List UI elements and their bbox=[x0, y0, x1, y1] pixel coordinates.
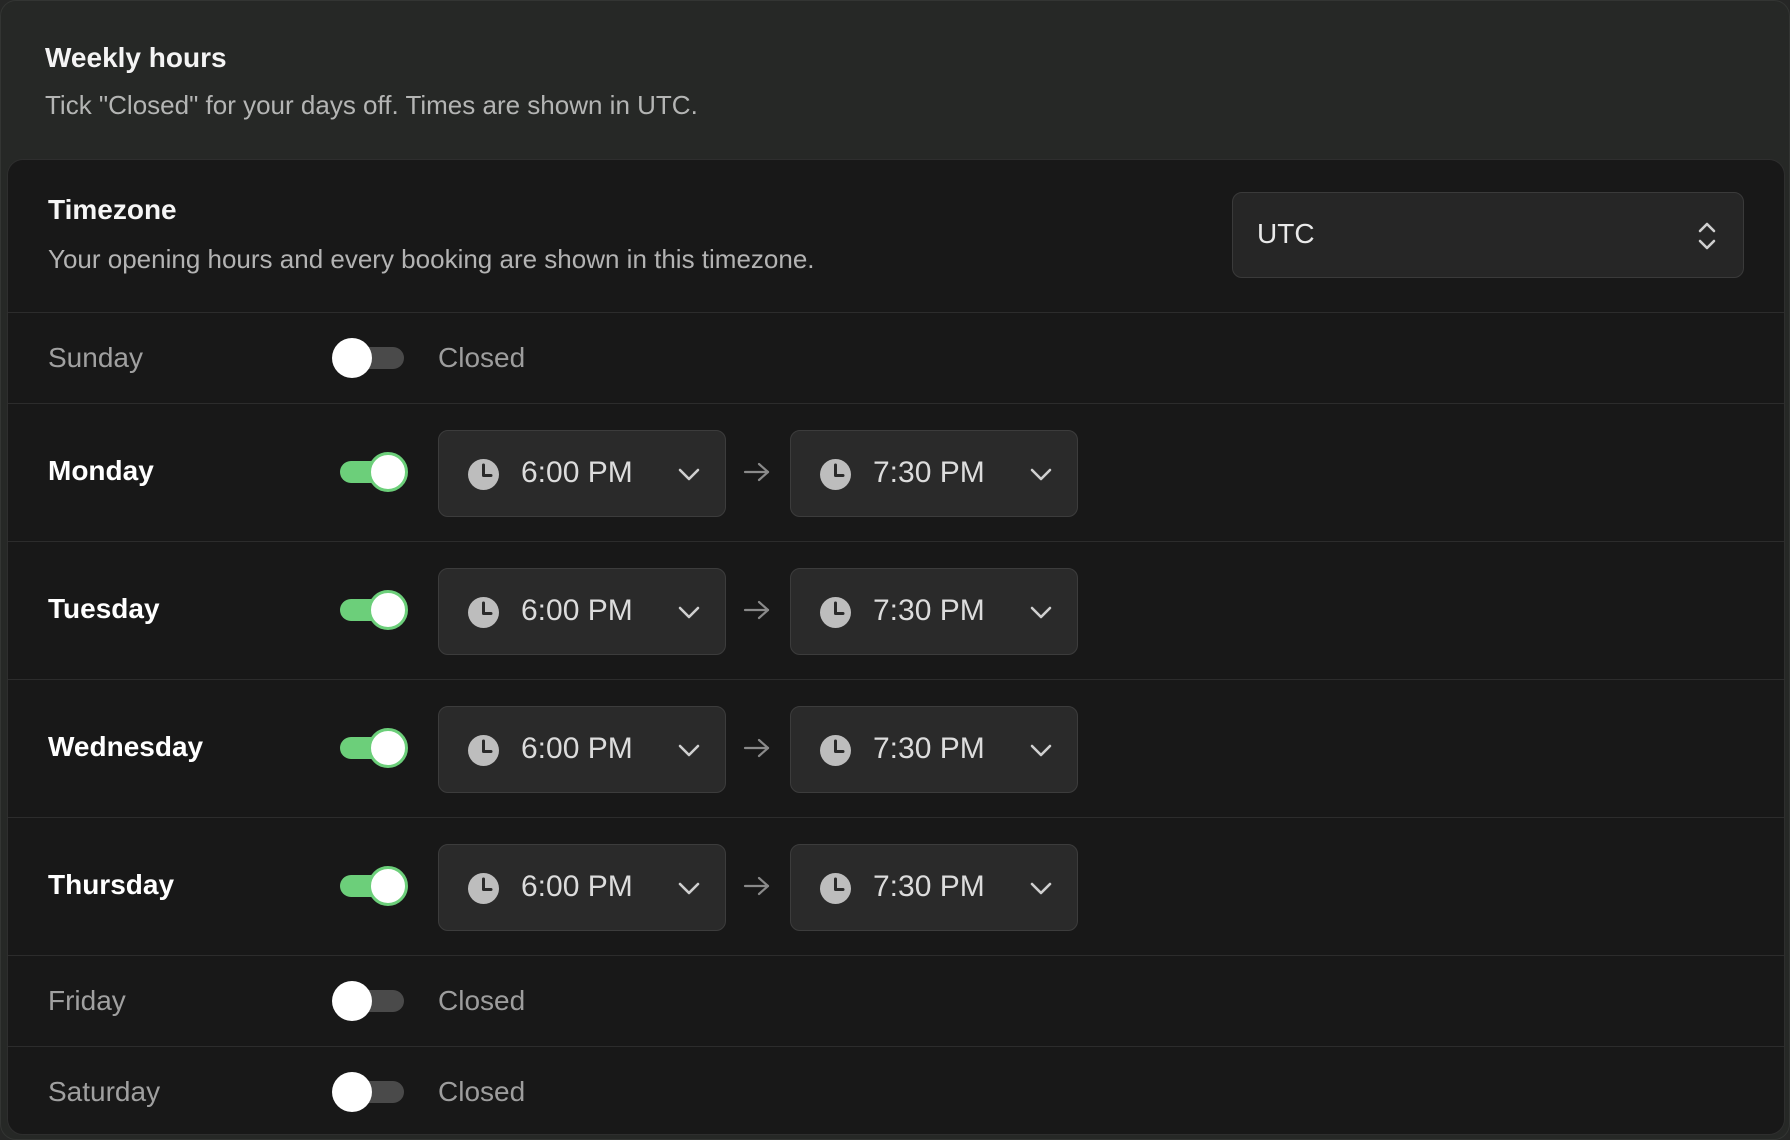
start-time-select[interactable]: 6:00 PM bbox=[438, 568, 726, 655]
end-time-select[interactable]: 7:30 PM bbox=[790, 568, 1078, 655]
clock-icon bbox=[820, 597, 851, 628]
start-time-select[interactable]: 6:00 PM bbox=[438, 844, 726, 931]
arrow-right-icon bbox=[743, 462, 770, 482]
day-name: Sunday bbox=[48, 342, 143, 373]
timezone-description: Your opening hours and every booking are… bbox=[48, 244, 815, 274]
end-time-value: 7:30 PM bbox=[873, 870, 985, 903]
sunday-open-toggle[interactable] bbox=[332, 338, 408, 378]
toggle-knob bbox=[332, 338, 372, 378]
chevron-down-icon bbox=[1030, 882, 1052, 895]
friday-open-toggle[interactable] bbox=[332, 981, 408, 1021]
start-time-value: 6:00 PM bbox=[521, 732, 633, 765]
wednesday-open-toggle[interactable] bbox=[332, 728, 408, 768]
hours-card: Timezone Your opening hours and every bo… bbox=[7, 159, 1785, 1135]
chevron-down-icon bbox=[678, 744, 700, 757]
tuesday-open-toggle[interactable] bbox=[332, 590, 408, 630]
chevron-down-icon bbox=[1030, 744, 1052, 757]
day-row-wednesday: Wednesday 6:00 PM 7:30 PM bbox=[8, 680, 1784, 818]
toggle-knob bbox=[332, 981, 372, 1021]
chevron-down-icon bbox=[678, 882, 700, 895]
day-row-friday: Friday Closed bbox=[8, 956, 1784, 1047]
clock-icon bbox=[820, 459, 851, 490]
panel-title: Weekly hours bbox=[45, 42, 227, 73]
panel-subtitle: Tick "Closed" for your days off. Times a… bbox=[45, 90, 698, 120]
day-name: Friday bbox=[48, 985, 126, 1016]
closed-label: Closed bbox=[438, 985, 526, 1016]
toggle-knob bbox=[332, 1072, 372, 1112]
end-time-value: 7:30 PM bbox=[873, 732, 985, 765]
start-time-select[interactable]: 6:00 PM bbox=[438, 706, 726, 793]
day-name: Monday bbox=[48, 455, 154, 486]
arrow-right-icon bbox=[743, 738, 770, 758]
end-time-select[interactable]: 7:30 PM bbox=[790, 844, 1078, 931]
arrow-right-icon bbox=[743, 600, 770, 620]
clock-icon bbox=[820, 873, 851, 904]
start-time-value: 6:00 PM bbox=[521, 870, 633, 903]
timezone-title: Timezone bbox=[48, 194, 177, 225]
day-name: Tuesday bbox=[48, 593, 160, 624]
weekly-hours-panel: Weekly hours Tick "Closed" for your days… bbox=[0, 0, 1790, 1140]
timezone-select-value: UTC bbox=[1257, 218, 1315, 249]
monday-open-toggle[interactable] bbox=[332, 452, 408, 492]
timezone-row: Timezone Your opening hours and every bo… bbox=[8, 160, 1784, 313]
toggle-knob bbox=[368, 590, 408, 630]
chevron-down-icon bbox=[1030, 468, 1052, 481]
day-name: Wednesday bbox=[48, 731, 204, 762]
start-time-value: 6:00 PM bbox=[521, 594, 633, 627]
clock-icon bbox=[820, 735, 851, 766]
chevron-up-down-icon bbox=[1698, 222, 1716, 250]
closed-label: Closed bbox=[438, 342, 526, 373]
day-row-tuesday: Tuesday 6:00 PM 7:30 PM bbox=[8, 542, 1784, 680]
chevron-down-icon bbox=[678, 468, 700, 481]
chevron-down-icon bbox=[1030, 606, 1052, 619]
clock-icon bbox=[468, 597, 499, 628]
toggle-knob bbox=[368, 866, 408, 906]
day-name: Saturday bbox=[48, 1076, 161, 1107]
saturday-open-toggle[interactable] bbox=[332, 1072, 408, 1112]
end-time-select[interactable]: 7:30 PM bbox=[790, 430, 1078, 517]
chevron-down-icon bbox=[678, 606, 700, 619]
start-time-value: 6:00 PM bbox=[521, 456, 633, 489]
clock-icon bbox=[468, 873, 499, 904]
end-time-value: 7:30 PM bbox=[873, 594, 985, 627]
panel-header: Weekly hours Tick "Closed" for your days… bbox=[45, 41, 698, 121]
closed-label: Closed bbox=[438, 1076, 526, 1107]
clock-icon bbox=[468, 459, 499, 490]
timezone-select[interactable]: UTC bbox=[1232, 192, 1744, 278]
toggle-knob bbox=[368, 452, 408, 492]
arrow-right-icon bbox=[743, 876, 770, 896]
day-row-sunday: Sunday Closed bbox=[8, 313, 1784, 404]
end-time-select[interactable]: 7:30 PM bbox=[790, 706, 1078, 793]
day-name: Thursday bbox=[48, 869, 175, 900]
day-row-monday: Monday 6:00 PM 7:30 PM bbox=[8, 404, 1784, 542]
end-time-value: 7:30 PM bbox=[873, 456, 985, 489]
day-row-saturday: Saturday Closed bbox=[8, 1047, 1784, 1134]
start-time-select[interactable]: 6:00 PM bbox=[438, 430, 726, 517]
clock-icon bbox=[468, 735, 499, 766]
day-row-thursday: Thursday 6:00 PM 7:30 PM bbox=[8, 818, 1784, 956]
thursday-open-toggle[interactable] bbox=[332, 866, 408, 906]
toggle-knob bbox=[368, 728, 408, 768]
